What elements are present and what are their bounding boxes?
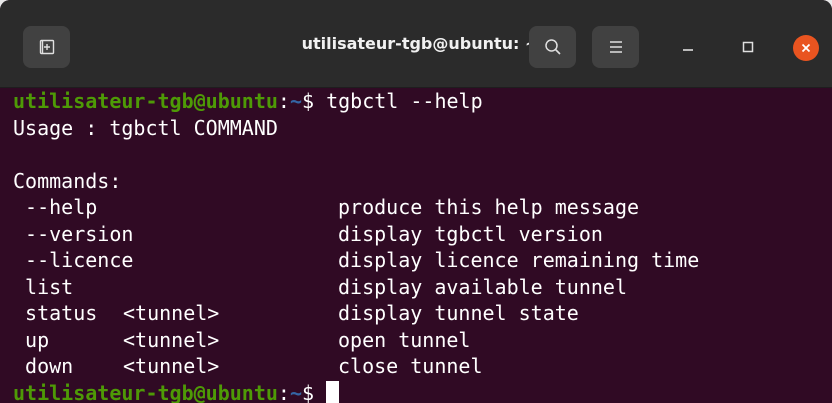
text-cursor[interactable] — [326, 380, 340, 403]
command-args: <tunnel> — [123, 354, 220, 378]
menu-button[interactable] — [592, 26, 639, 68]
entered-command: tgbctl --help — [326, 89, 483, 113]
search-button[interactable] — [529, 26, 576, 68]
command-args: <tunnel> — [123, 327, 220, 352]
close-button[interactable] — [793, 35, 819, 61]
prompt-user-host: utilisateur-tgb@ubuntu — [13, 89, 278, 113]
maximize-icon — [742, 41, 754, 53]
new-tab-button[interactable] — [23, 26, 70, 68]
command-help-row: list display available tunnel — [13, 274, 832, 301]
search-icon — [544, 38, 562, 56]
command-name: down — [13, 354, 74, 378]
command-help-row: down <tunnel> close tunnel — [13, 353, 832, 380]
commands-header: Commands: — [13, 168, 122, 193]
command-args: <tunnel> — [123, 301, 220, 325]
command-name: --version — [13, 221, 134, 246]
command-help-row: status <tunnel> display tunnel state — [13, 300, 832, 327]
maximize-button[interactable] — [730, 26, 766, 68]
command-line: utilisateur-tgb@ubuntu:~$ tgbctl --help — [13, 88, 832, 115]
minimize-icon — [682, 41, 694, 53]
prompt-separator: : — [277, 89, 290, 113]
command-list: --help produce this help message --versio… — [13, 194, 832, 380]
command-description: display licence remaining time — [338, 248, 700, 272]
command-description: produce this help message — [338, 195, 640, 219]
new-tab-icon — [39, 39, 55, 55]
command-description: close tunnel — [338, 354, 483, 378]
command-name: --help — [13, 195, 98, 219]
prompt-symbol: $ — [302, 380, 327, 403]
command-help-row: --version display tgbctl version — [13, 221, 832, 248]
command-name: list — [13, 274, 74, 299]
terminal-output[interactable]: utilisateur-tgb@ubuntu:~$ tgbctl --help … — [0, 88, 832, 403]
current-prompt-line: utilisateur-tgb@ubuntu:~$ — [13, 380, 832, 403]
minimize-button[interactable] — [670, 26, 706, 68]
prompt-path: ~ — [289, 380, 302, 403]
command-help-row: --help produce this help message — [13, 194, 832, 221]
title-bar: utilisateur-tgb@ubuntu: ~ — [0, 0, 832, 88]
close-icon — [800, 42, 812, 54]
command-description: display tgbctl version — [338, 221, 603, 246]
prompt-path: ~ — [289, 89, 302, 113]
command-name: up — [13, 327, 50, 352]
command-description: display tunnel state — [338, 301, 579, 325]
terminal-window: utilisateur-tgb@ubuntu: ~ utilisateur-tg… — [0, 0, 832, 403]
usage-line: Usage : tgbctl COMMAND — [13, 115, 278, 140]
prompt-separator: : — [277, 380, 290, 403]
command-name: status — [13, 301, 98, 325]
prompt-symbol: $ — [302, 89, 327, 113]
command-description: display available tunnel — [338, 274, 627, 299]
command-description: open tunnel — [338, 327, 471, 352]
prompt-user-host: utilisateur-tgb@ubuntu — [13, 380, 278, 403]
command-name: --licence — [13, 248, 134, 272]
command-help-row: up <tunnel> open tunnel — [13, 327, 832, 354]
command-help-row: --licence display licence remaining time — [13, 247, 832, 274]
hamburger-menu-icon — [608, 40, 624, 54]
